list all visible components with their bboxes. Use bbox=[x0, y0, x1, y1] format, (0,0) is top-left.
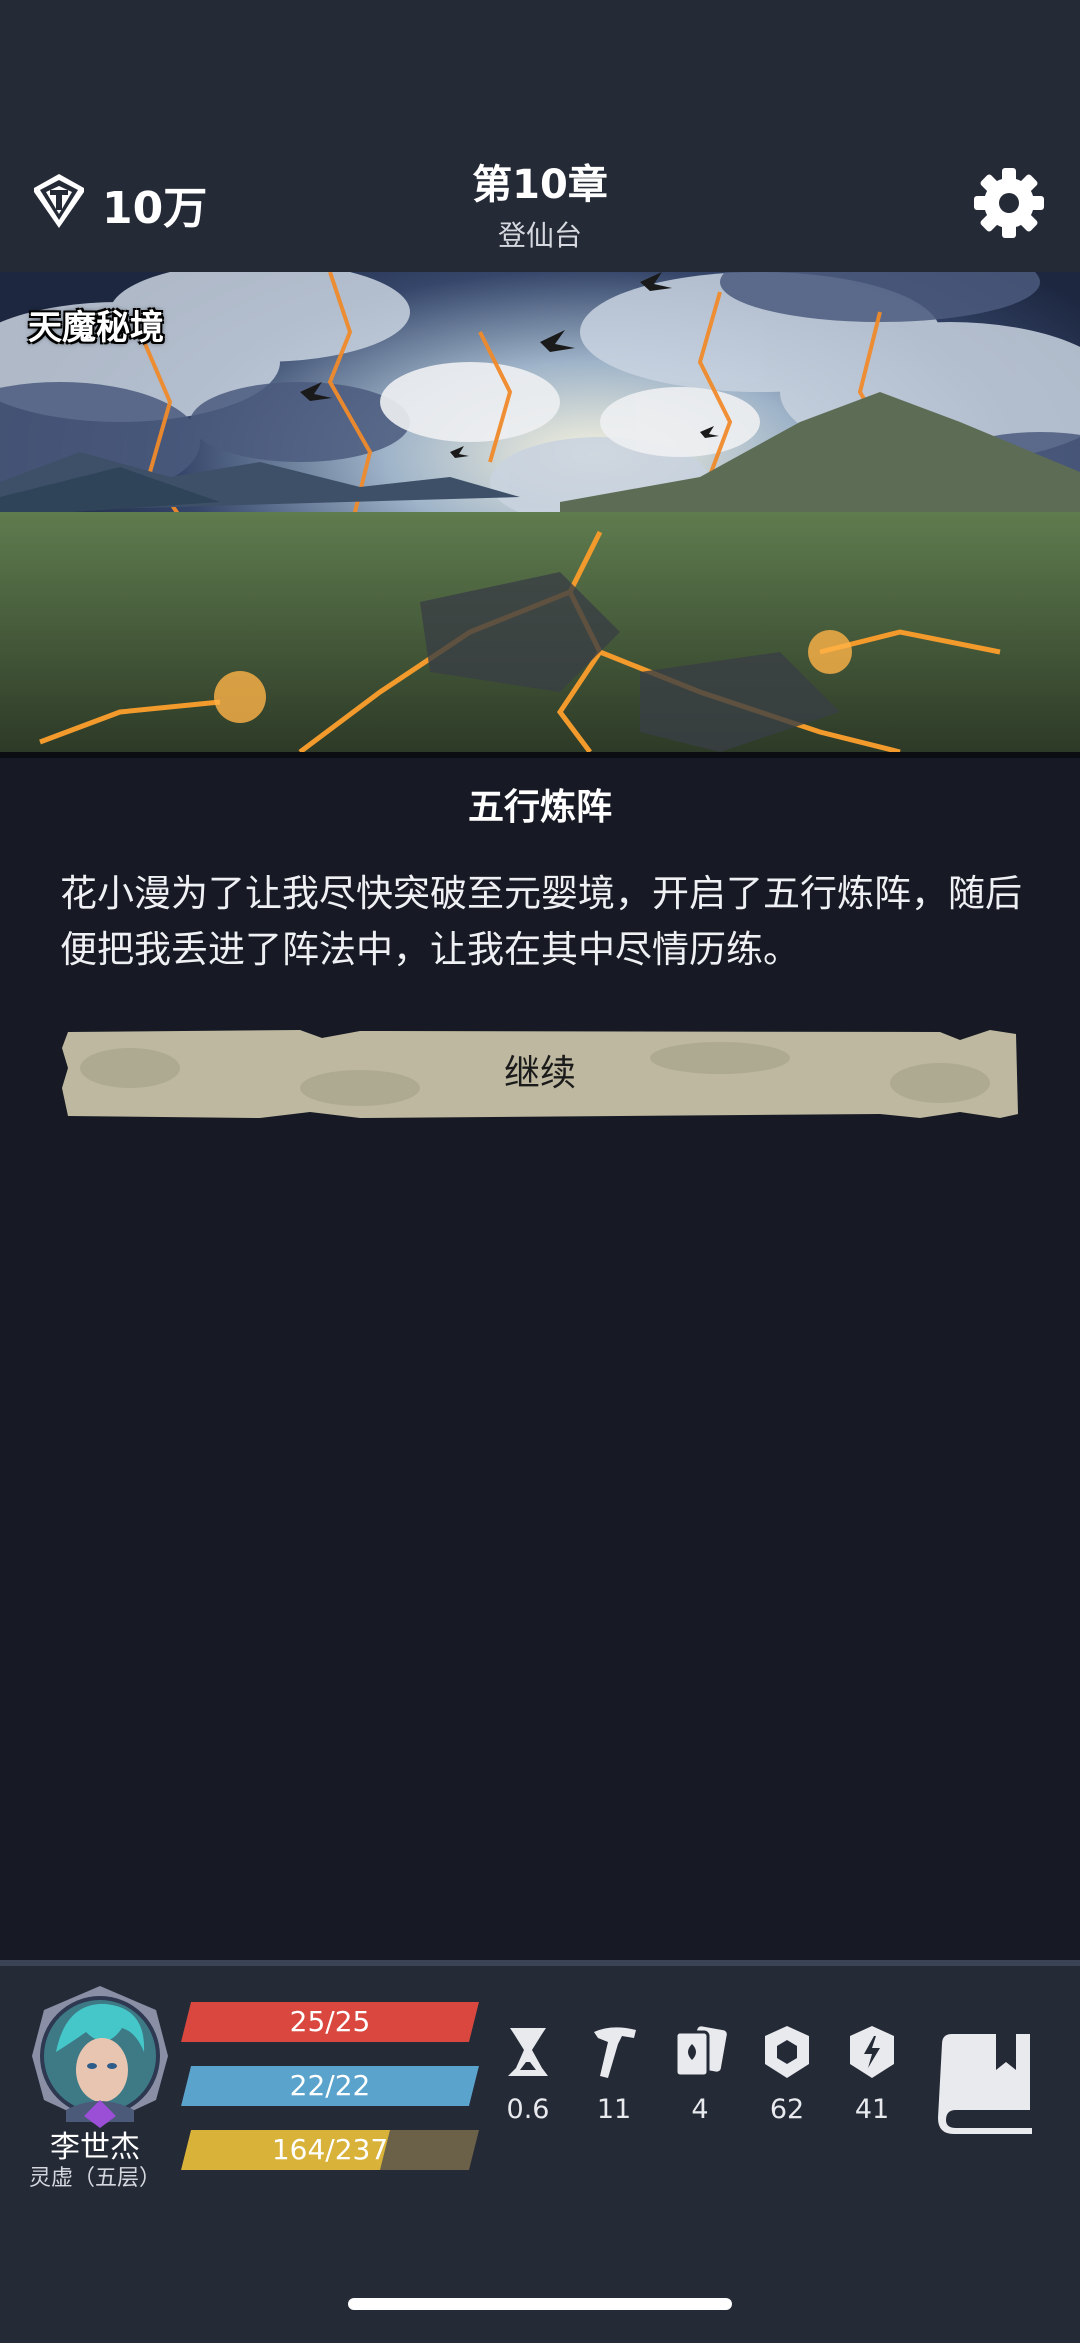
stat-cards[interactable]: 4 bbox=[660, 2024, 740, 2125]
mp-text: 22/22 bbox=[289, 2069, 371, 2102]
top-bar: 10万 第10章 登仙台 bbox=[0, 0, 1080, 274]
hero-realm: 灵虚（五层） bbox=[28, 2166, 161, 2191]
lightning-shield-icon bbox=[850, 2026, 894, 2078]
hp-text: 25/25 bbox=[289, 2005, 371, 2038]
gear-icon[interactable] bbox=[972, 166, 1046, 240]
scene-title: 天魔秘境 bbox=[28, 308, 164, 348]
shield-icon bbox=[765, 2026, 809, 2078]
hammer-icon bbox=[594, 2027, 636, 2078]
location-name: 登仙台 bbox=[497, 219, 582, 252]
chapter-title: 第10章 bbox=[472, 162, 608, 208]
stat-value: 41 bbox=[854, 2094, 890, 2125]
stat-value: 4 bbox=[691, 2094, 709, 2125]
continue-label: 继续 bbox=[503, 1053, 576, 1094]
exp-text: 164/237 bbox=[271, 2133, 389, 2166]
hourglass-icon bbox=[508, 2028, 548, 2076]
home-indicator[interactable] bbox=[348, 2298, 732, 2310]
cards-icon bbox=[674, 2026, 727, 2078]
stat-defense[interactable]: 62 bbox=[747, 2024, 827, 2125]
stat-speed[interactable]: 0.6 bbox=[488, 2024, 568, 2125]
book-icon[interactable] bbox=[934, 2030, 1040, 2136]
event-description: 花小漫为了让我尽快突破至元婴境，开启了五行炼阵，随后便把我丢进了阵法中，让我在其… bbox=[60, 872, 1022, 971]
avatar[interactable] bbox=[26, 1982, 174, 2130]
stat-resistance[interactable]: 41 bbox=[832, 2024, 912, 2125]
stat-value: 11 bbox=[596, 2094, 632, 2125]
stat-attack[interactable]: 11 bbox=[574, 2024, 654, 2125]
stat-value: 0.6 bbox=[506, 2094, 550, 2125]
event-title: 五行炼阵 bbox=[467, 787, 612, 828]
continue-button[interactable]: 继续 bbox=[60, 1028, 1020, 1120]
stat-value: 62 bbox=[769, 2094, 805, 2125]
